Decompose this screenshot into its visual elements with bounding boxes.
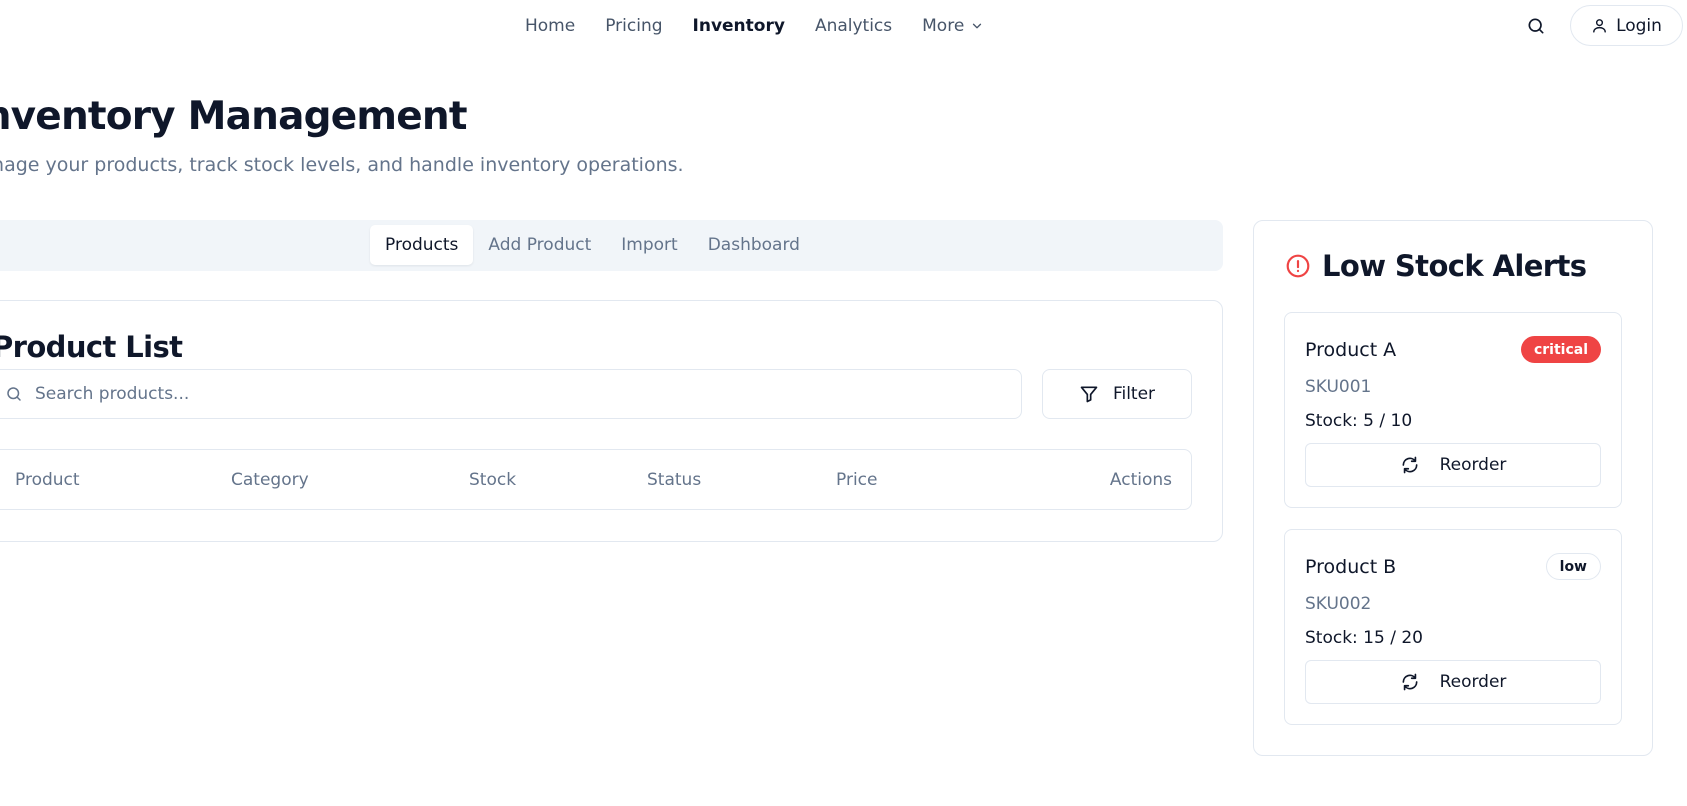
chevron-down-icon bbox=[973, 23, 982, 29]
login-label: Login bbox=[1616, 15, 1662, 36]
search-icon bbox=[1528, 18, 1544, 34]
column-header-category[interactable]: Category bbox=[231, 469, 309, 491]
nav-link-inventory[interactable]: Inventory bbox=[693, 14, 785, 38]
user-icon bbox=[1593, 19, 1606, 33]
status-badge: critical bbox=[1520, 336, 1601, 363]
column-header-status[interactable]: Status bbox=[647, 469, 701, 491]
top-navigation: Home Pricing Inventory Analytics More Lo… bbox=[0, 0, 1687, 52]
product-list-title: Product List bbox=[0, 330, 183, 364]
alert-stock: Stock: 15 / 20 bbox=[1305, 628, 1423, 648]
column-header-product[interactable]: Product bbox=[15, 469, 80, 491]
search-icon bbox=[7, 387, 21, 401]
page-title: Inventory Management bbox=[0, 94, 467, 139]
refresh-icon bbox=[1402, 673, 1418, 691]
reorder-button[interactable]: Reorder bbox=[1305, 443, 1601, 487]
nav-more-menu[interactable]: More bbox=[922, 14, 984, 38]
tab-add-product[interactable]: Add Product bbox=[473, 225, 606, 265]
filter-label: Filter bbox=[1112, 384, 1156, 404]
alert-sku: SKU001 bbox=[1305, 377, 1372, 397]
alert-card: Product A critical SKU001 Stock: 5 / 10 … bbox=[1284, 312, 1622, 508]
column-header-actions: Actions bbox=[1109, 470, 1172, 490]
product-table: Product Category Stock Status Price Acti… bbox=[0, 449, 1192, 510]
column-header-stock[interactable]: Stock bbox=[469, 469, 516, 491]
nav-link-home[interactable]: Home bbox=[525, 14, 575, 38]
login-button[interactable]: Login bbox=[1570, 5, 1683, 46]
reorder-label: Reorder bbox=[1439, 455, 1507, 475]
tab-import[interactable]: Import bbox=[606, 225, 692, 265]
nav-links: Home Pricing Inventory Analytics More bbox=[525, 14, 984, 38]
filter-icon bbox=[1080, 386, 1098, 403]
alerts-header: Low Stock Alerts bbox=[1285, 248, 1587, 284]
refresh-icon bbox=[1402, 456, 1418, 474]
alert-sku: SKU002 bbox=[1305, 594, 1372, 614]
column-header-price[interactable]: Price bbox=[836, 469, 877, 491]
search-button[interactable] bbox=[1522, 12, 1550, 40]
reorder-button[interactable]: Reorder bbox=[1305, 660, 1601, 704]
nav-more-label: More bbox=[922, 16, 965, 36]
status-badge: low bbox=[1545, 553, 1601, 580]
alert-product-name: Product A bbox=[1305, 339, 1397, 361]
alert-stock: Stock: 5 / 10 bbox=[1305, 411, 1413, 431]
filter-button[interactable]: Filter bbox=[1042, 369, 1192, 419]
alert-card: Product B low SKU002 Stock: 15 / 20 Reor… bbox=[1284, 529, 1622, 725]
reorder-label: Reorder bbox=[1439, 672, 1507, 692]
alert-circle-icon bbox=[1286, 254, 1310, 278]
page-subtitle: Manage your products, track stock levels… bbox=[0, 154, 684, 176]
tab-list: Products Add Product Import Dashboard bbox=[370, 225, 815, 265]
product-search-input[interactable] bbox=[33, 380, 933, 408]
alert-product-name: Product B bbox=[1305, 556, 1397, 578]
tabs-bar: Products Add Product Import Dashboard bbox=[0, 220, 1223, 271]
tab-dashboard[interactable]: Dashboard bbox=[693, 225, 815, 265]
alerts-title: Low Stock Alerts bbox=[1322, 249, 1587, 283]
nav-link-analytics[interactable]: Analytics bbox=[815, 14, 892, 38]
tab-products[interactable]: Products bbox=[370, 225, 474, 265]
nav-link-pricing[interactable]: Pricing bbox=[605, 14, 662, 38]
product-search-box bbox=[0, 369, 1022, 419]
